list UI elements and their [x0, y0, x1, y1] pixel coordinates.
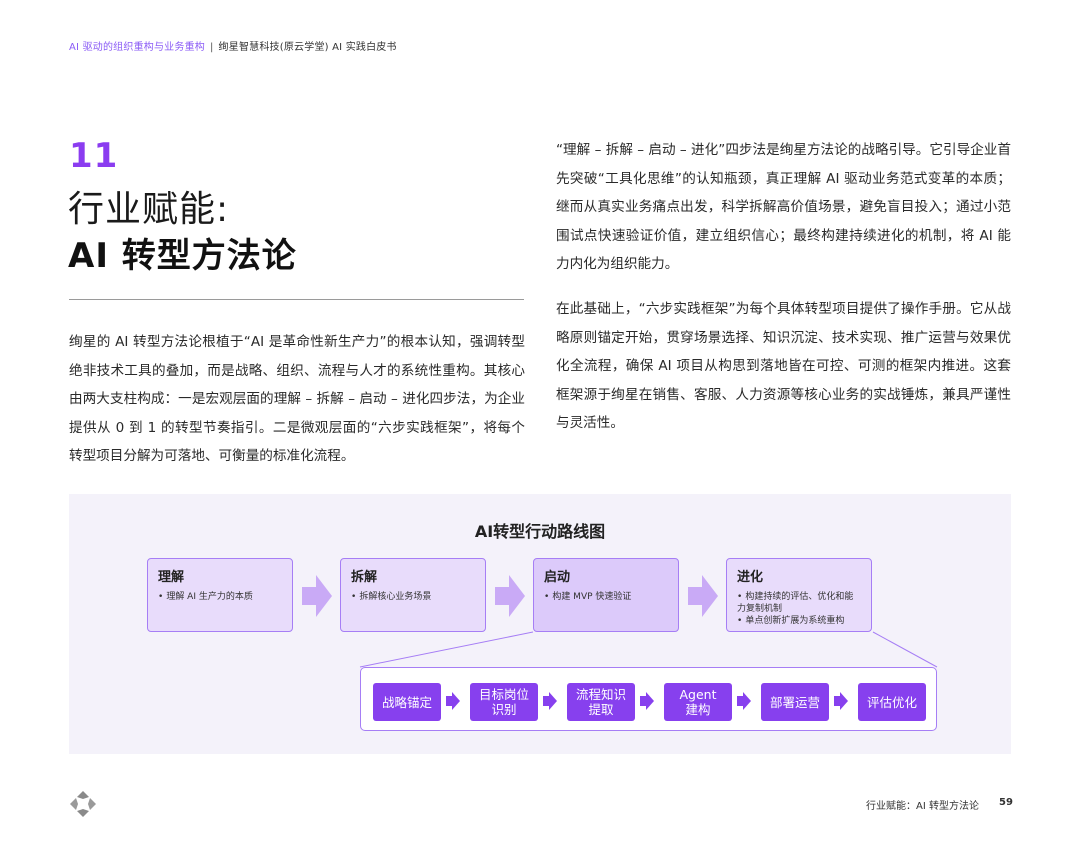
header-book-title: 绚星智慧科技(原云学堂) AI 实践白皮书	[218, 42, 397, 53]
six-step-paragraph: 在此基础上，“六步实践框架”为每个具体转型项目提供了操作手册。它从战略原则锚定开…	[556, 301, 1011, 432]
roadmap-diagram: AI转型行动路线图 理解 • 理解 AI 生产力的本质 拆解 • 拆解核心业务场景 …	[69, 494, 1011, 754]
intro-paragraph: 绚星的 AI 转型方法论根植于“AI 是革命性新生产力”的根本认知，强调转型绝非…	[69, 334, 525, 465]
step-target-role: 目标岗位 识别	[470, 683, 538, 721]
brand-logo-icon	[70, 791, 96, 817]
stage-decompose: 拆解 • 拆解核心业务场景	[340, 558, 486, 632]
arrow-right-icon	[834, 692, 848, 710]
chapter-title-line1: 行业赋能:	[68, 189, 230, 230]
stage-item: • 构建持续的评估、优化和能力复制机制	[737, 592, 854, 614]
arrow-right-icon	[688, 575, 718, 617]
diagram-title: AI转型行动路线图	[474, 522, 606, 541]
stage-understand: 理解 • 理解 AI 生产力的本质	[147, 558, 293, 632]
chapter-number: 11	[69, 136, 119, 176]
step-agent-build: Agent 建构	[664, 683, 732, 721]
header-section-title: AI 驱动的组织重构与业务重构	[69, 42, 205, 53]
step-deploy-operate: 部署运营	[761, 683, 829, 721]
stage-item: • 构建 MVP 快速验证	[544, 592, 632, 602]
arrow-right-icon	[737, 692, 751, 710]
arrow-right-icon	[302, 575, 332, 617]
chapter-title-line2: AI 转型方法论	[68, 236, 297, 276]
arrow-right-icon	[543, 692, 557, 710]
stage-title: 拆解	[351, 570, 378, 585]
stage-evolve: 进化 • 构建持续的评估、优化和能力复制机制 • 单点创新扩展为系统重构	[726, 558, 872, 632]
stage-item: • 单点创新扩展为系统重构	[737, 616, 845, 626]
running-header: AI 驱动的组织重构与业务重构 | 绚星智慧科技(原云学堂) AI 实践白皮书	[69, 38, 397, 53]
title-divider	[69, 299, 524, 300]
arrow-right-icon	[446, 692, 460, 710]
four-step-paragraph: “理解 – 拆解 – 启动 – 进化”四步法是绚星方法论的战略引导。它引导企业首…	[556, 142, 1011, 273]
stage-item: • 理解 AI 生产力的本质	[158, 592, 253, 602]
step-strategy-anchor: 战略锚定	[373, 683, 441, 721]
arrow-right-icon	[640, 692, 654, 710]
step-evaluate-optimize: 评估优化	[858, 683, 926, 721]
stage-item: • 拆解核心业务场景	[351, 592, 432, 602]
arrow-right-icon	[495, 575, 525, 617]
page-number: 59	[999, 797, 1013, 808]
stage-title: 理解	[158, 570, 185, 585]
footer-chapter-title: 行业赋能：AI 转型方法论	[866, 801, 979, 812]
step-process-knowledge: 流程知识 提取	[567, 683, 635, 721]
stage-title: 启动	[544, 570, 571, 585]
stage-title: 进化	[737, 570, 764, 585]
six-step-flow: 战略锚定 目标岗位 识别 流程知识 提取 Agent 建构 部署运营 评估优化	[360, 667, 937, 731]
header-separator: |	[209, 42, 214, 53]
stage-launch: 启动 • 构建 MVP 快速验证	[533, 558, 679, 632]
